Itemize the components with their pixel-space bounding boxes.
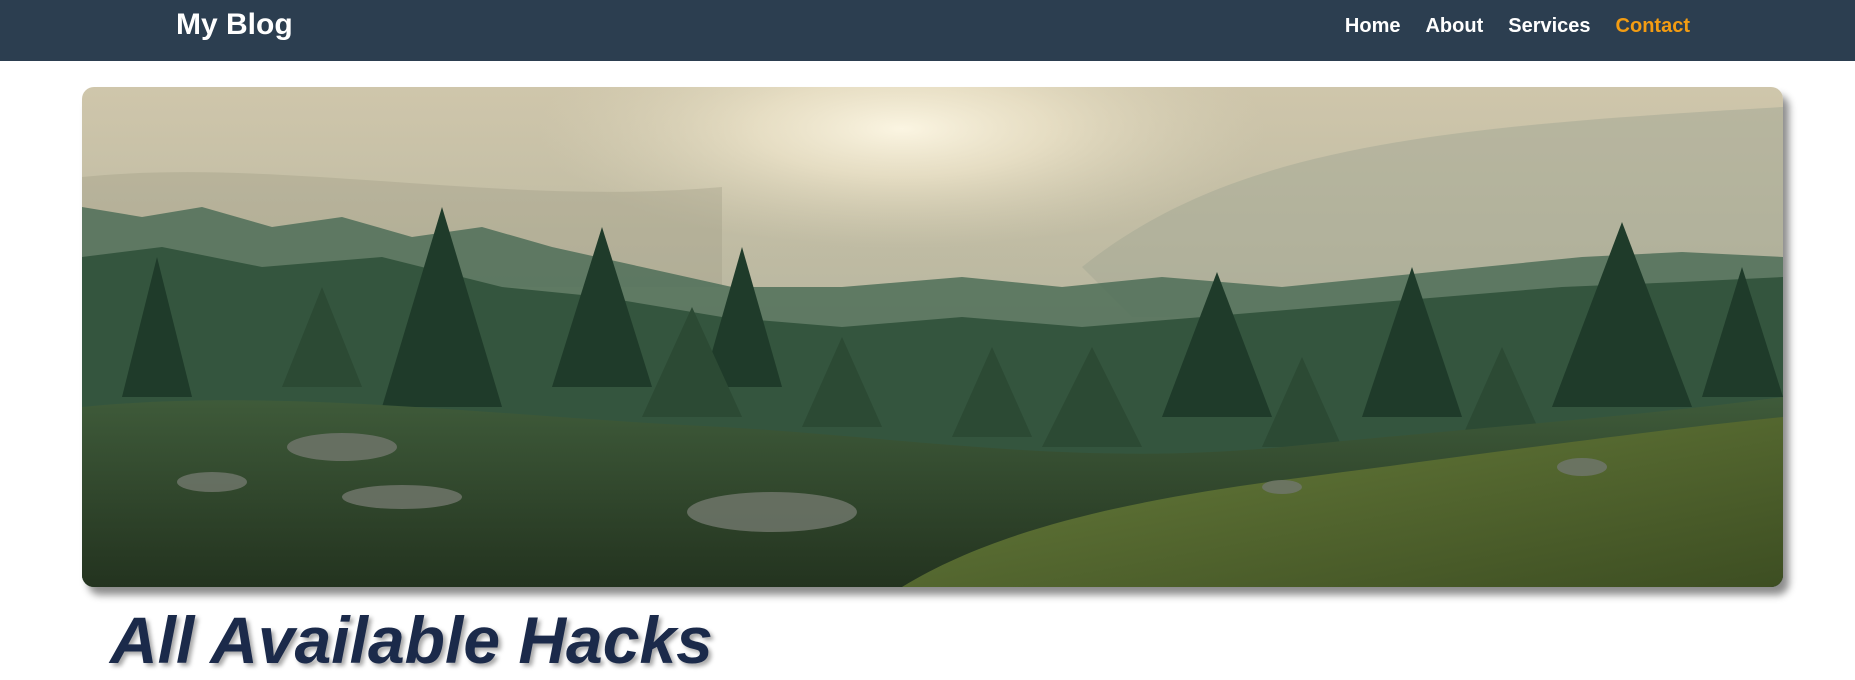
nav-link-contact[interactable]: Contact (1616, 14, 1690, 38)
hero-banner (82, 87, 1783, 587)
main-nav: Home About Services Contact (1345, 14, 1690, 38)
nav-link-about[interactable]: About (1425, 14, 1483, 38)
page-heading: All Available Hacks (110, 603, 713, 677)
nav-link-home[interactable]: Home (1345, 14, 1401, 38)
site-brand-logo[interactable]: My Blog (176, 8, 293, 42)
top-navbar: My Blog Home About Services Contact (0, 0, 1855, 61)
forest-landscape-image (82, 87, 1783, 587)
nav-link-services[interactable]: Services (1508, 14, 1590, 38)
